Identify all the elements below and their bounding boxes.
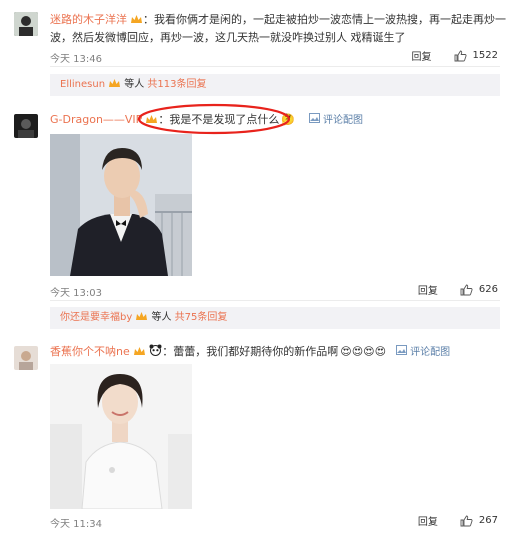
- comment-username[interactable]: G-Dragon——VIP: [50, 113, 142, 126]
- like-count: 1522: [472, 50, 498, 61]
- picture-icon: [308, 113, 320, 126]
- avatar[interactable]: [14, 114, 38, 138]
- like-count: 626: [478, 284, 498, 295]
- comment-item: 香蕉你个不呐ne ：蕾蕾，我们都好期待你的新作品啊 😍😍😍😍 评论配图 今天 11…: [0, 332, 516, 533]
- like-count: 267: [478, 515, 498, 526]
- comment-picture-link[interactable]: 评论配图: [323, 115, 363, 126]
- reply-button[interactable]: 回复: [418, 282, 438, 297]
- sub-reply-count-link[interactable]: 共113条回复: [147, 79, 206, 90]
- avatar-image: [14, 114, 38, 138]
- comment-text: ：蕾蕾，我们都好期待你的新作品啊: [162, 345, 339, 358]
- divider: [50, 300, 500, 301]
- comment-photo[interactable]: [50, 134, 192, 276]
- avatar[interactable]: [14, 346, 38, 370]
- sub-reply-suffix: 等人: [151, 312, 172, 323]
- comment-username[interactable]: 香蕉你个不呐ne: [50, 345, 130, 358]
- like-icon[interactable]: [454, 50, 467, 62]
- comment-item: G-Dragon——VIP ：我是不是发现了点什么 🤔 评论配图 今天 13:03 …: [0, 100, 516, 332]
- comment-timestamp: 今天 13:46: [50, 54, 102, 65]
- sub-reply-user[interactable]: Ellinesun: [60, 79, 105, 90]
- avatar-image: [14, 12, 38, 36]
- picture-icon: [395, 345, 407, 358]
- crown-badge-icon: [131, 15, 142, 23]
- crown-badge-icon: [133, 347, 145, 355]
- comment-timestamp: 今天 11:34: [50, 519, 102, 530]
- crown-badge-icon: [109, 79, 121, 87]
- sub-replies-box[interactable]: Ellinesun 等人 共113条回复: [50, 74, 500, 96]
- sub-reply-count-link[interactable]: 共75条回复: [175, 312, 228, 323]
- like-icon[interactable]: [460, 284, 473, 296]
- comment-item: 迷路的木子洋洋 ：我看你俩才是闲的，一起走被拍炒一波恋情上一波热搜，再一起走再炒一…: [0, 0, 516, 100]
- sub-replies-box[interactable]: 你还是要幸福by 等人 共75条回复: [50, 307, 500, 329]
- divider: [50, 66, 500, 67]
- panda-badge-icon: [149, 344, 162, 356]
- like-icon[interactable]: [460, 515, 473, 527]
- comment-text: ：我看你俩才是闲的，一起走被拍炒一波恋情上一波热搜，再一起走再炒一: [143, 13, 506, 26]
- reply-button[interactable]: 回复: [418, 513, 438, 528]
- reply-button[interactable]: 回复: [412, 48, 432, 63]
- avatar-image: [14, 346, 38, 370]
- comment-username[interactable]: 迷路的木子洋洋: [50, 13, 127, 26]
- avatar[interactable]: [14, 12, 38, 36]
- comment-timestamp: 今天 13:03: [50, 288, 102, 299]
- sub-reply-suffix: 等人: [124, 79, 145, 90]
- heart-eyes-emoji: 😍😍😍😍: [340, 345, 387, 358]
- comment-photo[interactable]: [50, 364, 192, 509]
- comment-text-continued: 波，然后发微博回应，再炒一波，这几天热一就没咋换过别人 戏精诞生了: [50, 31, 406, 44]
- sub-reply-user[interactable]: 你还是要幸福by: [60, 312, 132, 323]
- comment-picture-link[interactable]: 评论配图: [410, 347, 450, 358]
- highlight-circle-annotation: [137, 103, 291, 135]
- crown-badge-icon: [136, 312, 148, 320]
